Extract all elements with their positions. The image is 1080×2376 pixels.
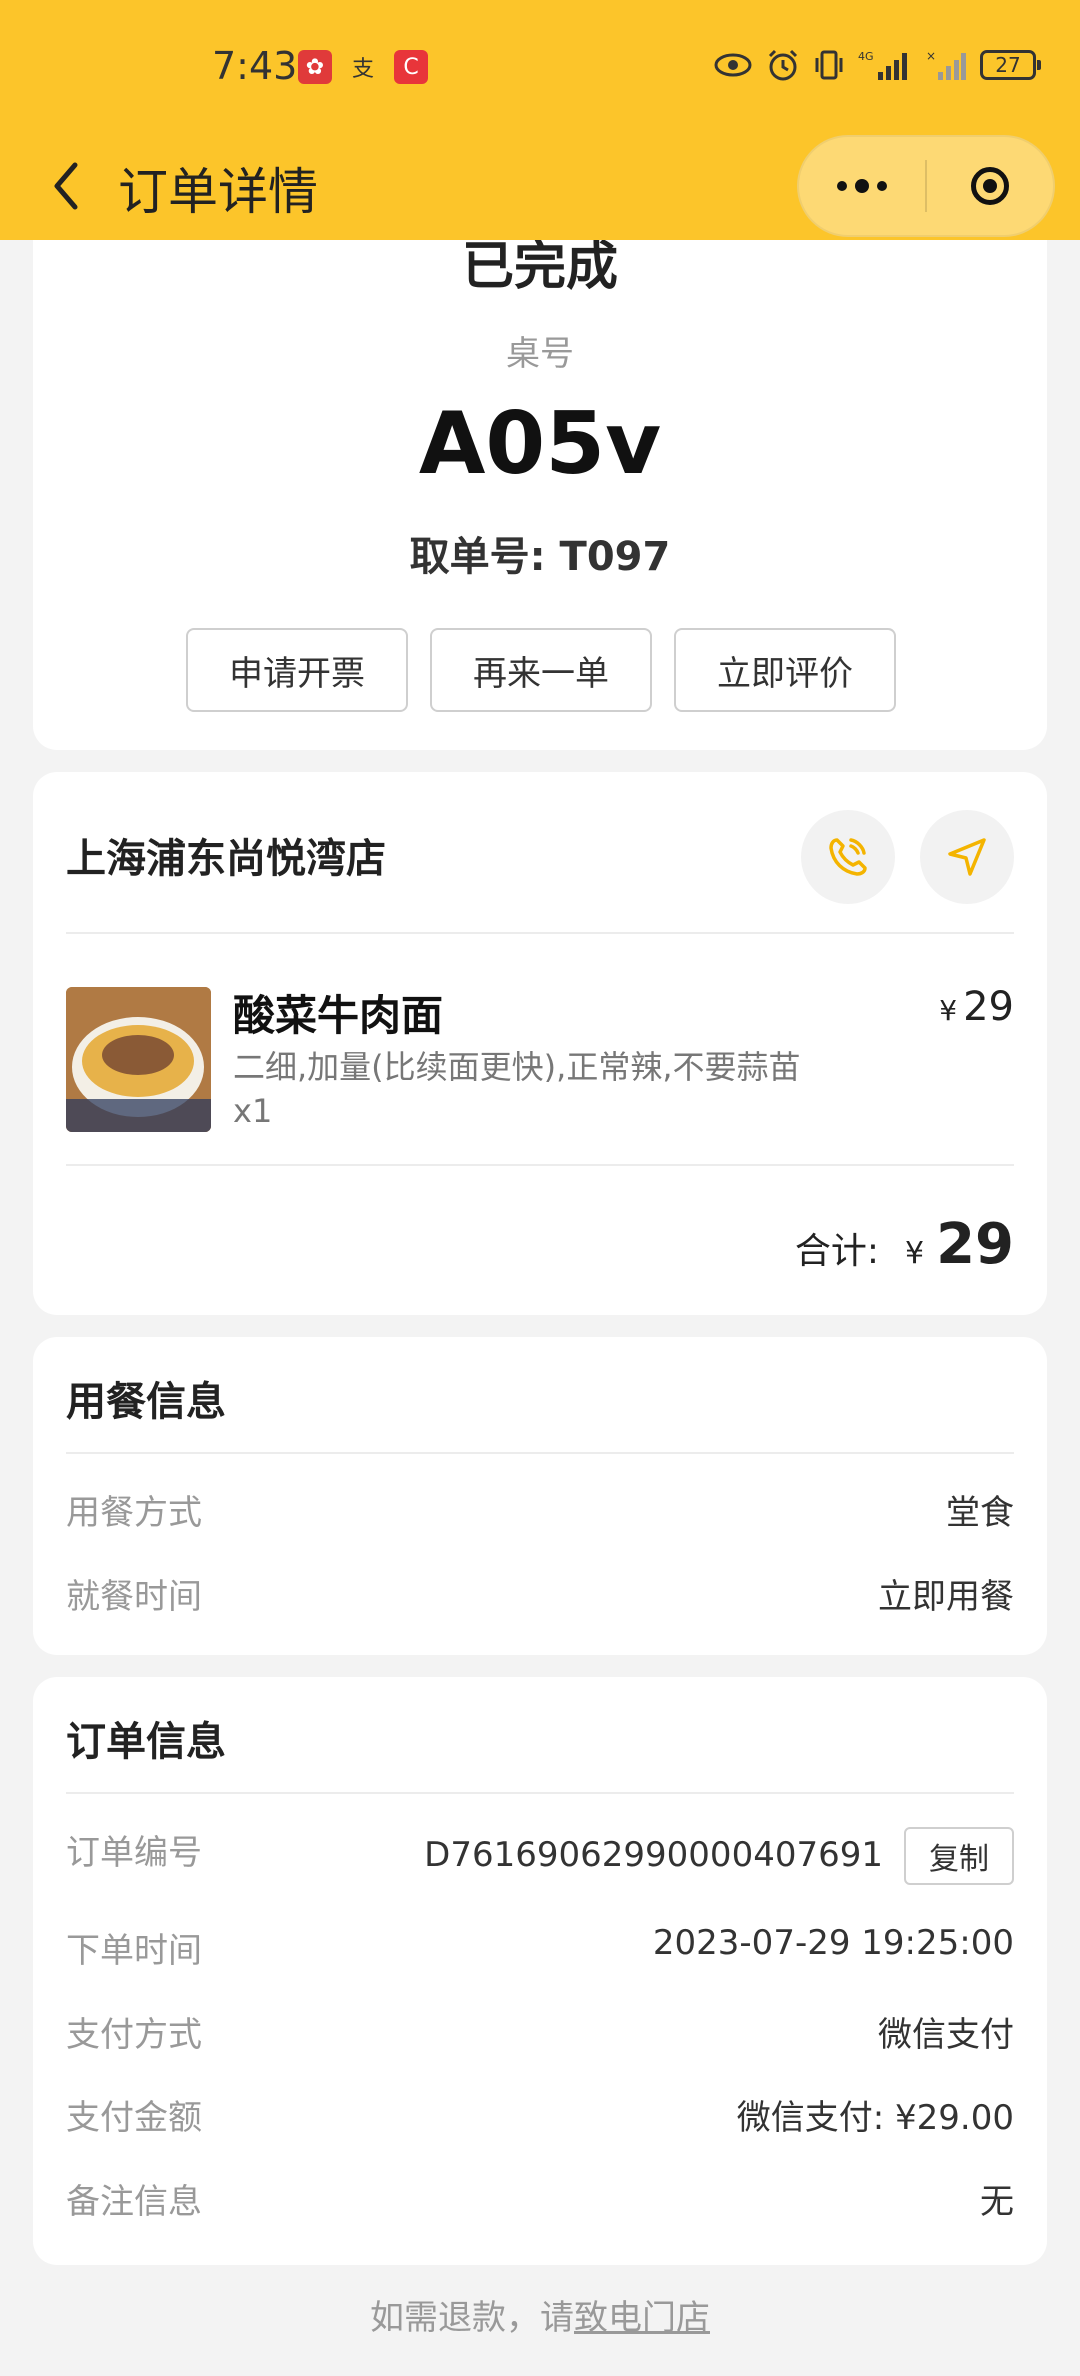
- total-amount: 29: [936, 1212, 1014, 1277]
- remark-label: 备注信息: [66, 2182, 202, 2222]
- more-button[interactable]: [799, 137, 925, 235]
- close-miniprogram-button[interactable]: [927, 137, 1053, 235]
- copy-button[interactable]: 复制: [904, 1827, 1014, 1885]
- svg-text:4G: 4G: [858, 50, 874, 63]
- order-number-label: 订单编号: [66, 1833, 202, 1873]
- status-bar: 7:43 ✿ 支 C 4G × 27: [0, 0, 1080, 132]
- section-title: 订单信息: [66, 1719, 226, 1765]
- dish-quantity: x1: [233, 1092, 273, 1130]
- review-button[interactable]: 立即评价: [674, 628, 896, 712]
- dish-currency: ¥: [939, 994, 958, 1027]
- vibrate-icon: [815, 50, 843, 80]
- order-time-label: 下单时间: [66, 1931, 202, 1971]
- miniprogram-capsule: [797, 135, 1055, 237]
- dish-price: ¥29: [939, 984, 1014, 1030]
- dining-time-label: 就餐时间: [66, 1577, 202, 1617]
- order-status-card: 已完成 桌号 A05v 取单号: T097 申请开票 再来一单 立即评价: [33, 180, 1047, 750]
- order-number: D7616906299000040769​1: [424, 1835, 883, 1875]
- chevron-left-icon: [54, 162, 78, 210]
- call-store-link[interactable]: 致电门店: [574, 2298, 710, 2338]
- eye-icon: [714, 53, 752, 77]
- store-card: 上海浦东尚悦湾店 酸菜牛肉面 ¥29 二细,加量(比续面更快),正常辣,不要蒜苗…: [33, 772, 1047, 1315]
- call-store-button[interactable]: [801, 810, 895, 904]
- navigate-store-button[interactable]: [920, 810, 1014, 904]
- nav-bar: 订单详情: [0, 132, 1080, 240]
- signal-weak-icon: ×: [926, 49, 966, 80]
- dining-mode-label: 用餐方式: [66, 1493, 202, 1533]
- table-label: 桌号: [506, 334, 574, 374]
- divider: [66, 932, 1014, 934]
- battery-indicator: 27: [980, 50, 1041, 80]
- divider: [66, 1792, 1014, 1794]
- app-notification-icon: ✿: [298, 50, 332, 84]
- alipay-notification-icon: 支: [351, 57, 374, 82]
- page-title: 订单详情: [118, 163, 318, 221]
- app-c-notification-icon: C: [394, 50, 428, 84]
- dining-info-card: 用餐信息 用餐方式 堂食 就餐时间 立即用餐: [33, 1337, 1047, 1655]
- payment-amount-value: 微信支付: ¥29.00: [736, 2098, 1014, 2138]
- payment-method-value: 微信支付: [878, 2015, 1014, 2055]
- status-indicators: 4G × 27: [714, 48, 1041, 82]
- dish-image: [66, 987, 211, 1132]
- invoice-button[interactable]: 申请开票: [186, 628, 408, 712]
- remark-value: 无: [980, 2182, 1014, 2222]
- reorder-button[interactable]: 再来一单: [430, 628, 652, 712]
- close-target-icon: [970, 167, 1009, 205]
- signal-4g-icon: 4G: [858, 50, 907, 80]
- dining-mode-value: 堂食: [946, 1493, 1014, 1533]
- svg-text:×: ×: [926, 49, 936, 63]
- noodle-bowl-image: [66, 987, 211, 1132]
- phone-icon: [829, 838, 867, 876]
- divider: [66, 1164, 1014, 1166]
- navigation-arrow-icon: [948, 838, 986, 876]
- order-actions: 申请开票 再来一单 立即评价: [186, 628, 896, 712]
- refund-note: 如需退款，请致电门店: [0, 2290, 1080, 2339]
- table-number: A05v: [418, 394, 662, 494]
- payment-method-label: 支付方式: [66, 2015, 202, 2055]
- payment-amount-label: 支付金额: [66, 2098, 202, 2138]
- status-app-icons: ✿ 支 C: [298, 50, 428, 84]
- section-title: 用餐信息: [66, 1379, 226, 1425]
- more-dots-icon: [837, 179, 887, 193]
- order-info-card: 订单信息 订单编号 D7616906299000040769​1 复制 下单时间…: [33, 1677, 1047, 2265]
- store-name: 上海浦东尚悦湾店: [66, 836, 386, 882]
- dish-price-value: 29: [963, 984, 1014, 1030]
- total-label: 合计:: [794, 1231, 879, 1272]
- status-time: 7:43: [212, 44, 298, 88]
- alarm-icon: [768, 49, 798, 81]
- top-bar: 7:43 ✿ 支 C 4G × 27 订单详情: [0, 0, 1080, 240]
- dish-name: 酸菜牛肉面: [233, 991, 444, 1040]
- dish-options: 二细,加量(比续面更快),正常辣,不要蒜苗: [233, 1048, 801, 1086]
- total-currency: ¥: [904, 1236, 925, 1271]
- refund-note-text: 如需退款，请: [370, 2298, 574, 2338]
- pickup-number: 取单号: T097: [409, 534, 671, 580]
- order-total: 合计: ¥ 29: [795, 1212, 1014, 1277]
- dining-time-value: 立即用餐: [878, 1577, 1014, 1617]
- divider: [66, 1452, 1014, 1454]
- back-button[interactable]: [36, 154, 96, 218]
- order-time-value: 2023-07-29 19:25:00: [652, 1923, 1014, 1963]
